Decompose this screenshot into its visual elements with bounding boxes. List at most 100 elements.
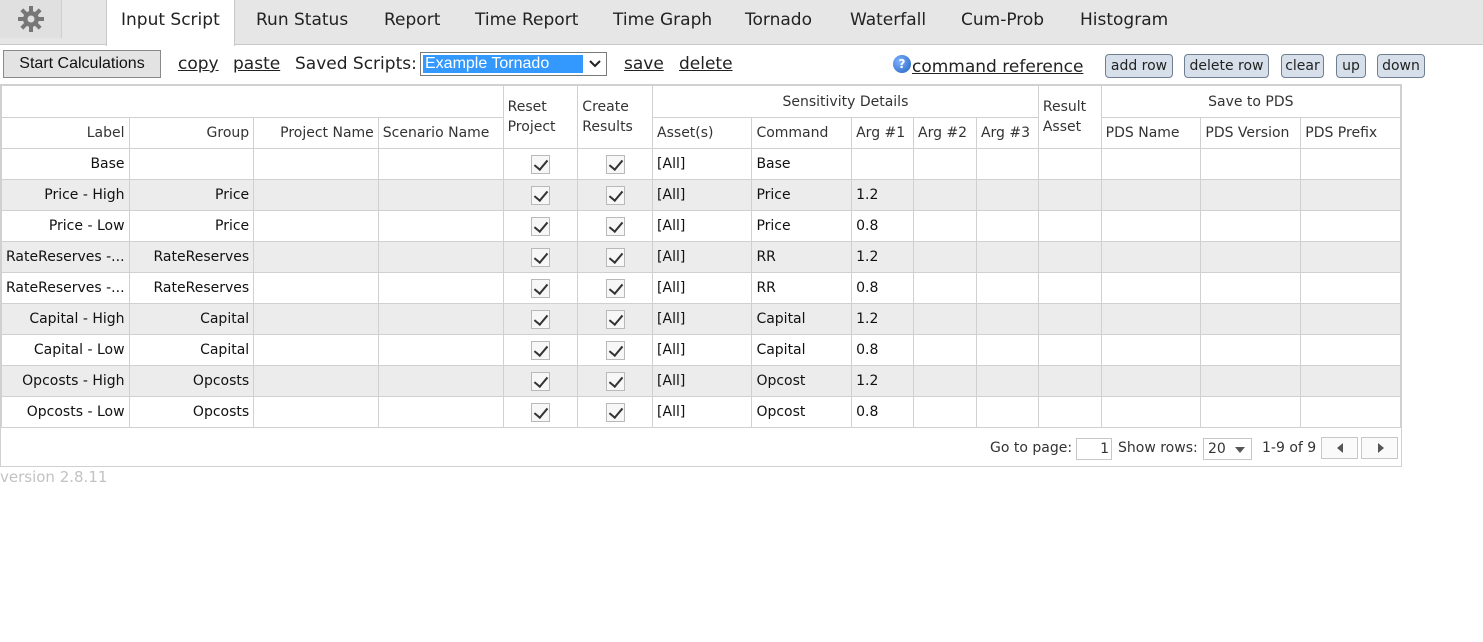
pds-name-cell[interactable] (1100, 210, 1202, 242)
command-cell[interactable]: Capital (751, 334, 853, 366)
arg1-column-header[interactable]: Arg #1 (851, 117, 915, 149)
checkmark-icon[interactable] (530, 216, 550, 236)
pds-version-cell[interactable] (1200, 334, 1302, 366)
arg2-cell[interactable] (913, 303, 977, 335)
up-button[interactable]: up (1336, 54, 1366, 78)
table-row[interactable]: Base [All] Base (1, 148, 1401, 180)
pds-name-cell[interactable] (1100, 396, 1202, 428)
project-name-cell[interactable] (253, 241, 379, 273)
assets-cell[interactable]: [All] (652, 148, 753, 180)
arg3-cell[interactable] (975, 334, 1039, 366)
reset-project-cell[interactable] (502, 179, 579, 211)
checkmark-icon[interactable] (605, 247, 625, 267)
pds-prefix-cell[interactable] (1300, 241, 1401, 273)
reset-project-cell[interactable] (502, 148, 579, 180)
checkmark-icon[interactable] (530, 247, 550, 267)
save-link[interactable]: save (624, 54, 664, 74)
project-name-cell[interactable] (253, 396, 379, 428)
reset-project-cell[interactable] (502, 303, 579, 335)
copy-link[interactable]: copy (178, 54, 219, 74)
table-row[interactable]: Price - High Price [All] Price 1.2 (1, 179, 1401, 211)
table-row[interactable]: Price - Low Price [All] Price 0.8 (1, 210, 1401, 242)
pds-name-cell[interactable] (1100, 303, 1202, 335)
command-cell[interactable]: Price (751, 210, 853, 242)
pds-prefix-cell[interactable] (1300, 396, 1401, 428)
arg1-cell[interactable]: 1.2 (851, 179, 915, 211)
scenario-name-cell[interactable] (377, 303, 504, 335)
reset-project-cell[interactable] (502, 210, 579, 242)
down-button[interactable]: down (1377, 54, 1425, 78)
pds-version-cell[interactable] (1200, 272, 1302, 304)
tab-tornado[interactable]: Tornado (731, 0, 826, 45)
tab-report[interactable]: Report (370, 0, 454, 45)
result-asset-cell[interactable] (1037, 334, 1102, 366)
scenario-name-cell[interactable] (377, 179, 504, 211)
checkmark-icon[interactable] (530, 278, 550, 298)
arg1-cell[interactable]: 0.8 (851, 210, 915, 242)
group-cell[interactable]: RateReserves (128, 272, 255, 304)
result-asset-cell[interactable] (1037, 210, 1102, 242)
arg2-column-header[interactable]: Arg #2 (913, 117, 977, 149)
pds-version-cell[interactable] (1200, 365, 1302, 397)
create-results-cell[interactable] (577, 396, 654, 428)
arg3-cell[interactable] (975, 303, 1039, 335)
checkmark-icon[interactable] (605, 340, 625, 360)
checkmark-icon[interactable] (530, 340, 550, 360)
create-results-cell[interactable] (577, 334, 654, 366)
reset-project-cell[interactable] (502, 272, 579, 304)
tab-histogram[interactable]: Histogram (1066, 0, 1182, 45)
create-results-cell[interactable] (577, 303, 654, 335)
label-cell[interactable]: RateReserves -... (1, 272, 130, 304)
project-name-column-header[interactable]: Project Name (253, 117, 379, 149)
delete-link[interactable]: delete (679, 54, 733, 74)
tab-waterfall[interactable]: Waterfall (836, 0, 940, 45)
pds-prefix-column-header[interactable]: PDS Prefix (1300, 117, 1401, 149)
tab-run-status[interactable]: Run Status (242, 0, 362, 45)
arg2-cell[interactable] (913, 241, 977, 273)
result-asset-cell[interactable] (1037, 179, 1102, 211)
project-name-cell[interactable] (253, 303, 379, 335)
pds-version-cell[interactable] (1200, 210, 1302, 242)
arg3-cell[interactable] (975, 241, 1039, 273)
scenario-name-cell[interactable] (377, 396, 504, 428)
arg2-cell[interactable] (913, 396, 977, 428)
group-cell[interactable] (128, 148, 255, 180)
checkmark-icon[interactable] (605, 185, 625, 205)
checkmark-icon[interactable] (530, 402, 550, 422)
arg1-cell[interactable] (851, 148, 915, 180)
create-results-cell[interactable] (577, 365, 654, 397)
tab-time-graph[interactable]: Time Graph (599, 0, 726, 45)
command-cell[interactable]: Opcost (751, 396, 853, 428)
group-cell[interactable]: RateReserves (128, 241, 255, 273)
arg1-cell[interactable]: 0.8 (851, 334, 915, 366)
delete-row-button[interactable]: delete row (1184, 54, 1269, 78)
create-results-cell[interactable] (577, 272, 654, 304)
table-row[interactable]: Capital - Low Capital [All] Capital 0.8 (1, 334, 1401, 366)
arg2-cell[interactable] (913, 365, 977, 397)
arg1-cell[interactable]: 0.8 (851, 272, 915, 304)
reset-project-cell[interactable] (502, 396, 579, 428)
group-cell[interactable]: Opcosts (128, 365, 255, 397)
pds-version-cell[interactable] (1200, 303, 1302, 335)
label-cell[interactable]: Price - High (1, 179, 130, 211)
arg2-cell[interactable] (913, 272, 977, 304)
label-cell[interactable]: RateReserves -... (1, 241, 130, 273)
checkmark-icon[interactable] (605, 402, 625, 422)
arg1-cell[interactable]: 1.2 (851, 241, 915, 273)
result-asset-cell[interactable] (1037, 365, 1102, 397)
checkmark-icon[interactable] (530, 309, 550, 329)
arg3-cell[interactable] (975, 148, 1039, 180)
checkmark-icon[interactable] (605, 371, 625, 391)
table-row[interactable]: Opcosts - High Opcosts [All] Opcost 1.2 (1, 365, 1401, 397)
assets-cell[interactable]: [All] (652, 365, 753, 397)
assets-cell[interactable]: [All] (652, 241, 753, 273)
assets-cell[interactable]: [All] (652, 334, 753, 366)
arg3-column-header[interactable]: Arg #3 (975, 117, 1039, 149)
checkmark-icon[interactable] (605, 278, 625, 298)
group-cell[interactable]: Capital (128, 334, 255, 366)
command-cell[interactable]: Opcost (751, 365, 853, 397)
scenario-name-cell[interactable] (377, 210, 504, 242)
create-results-cell[interactable] (577, 179, 654, 211)
scenario-name-cell[interactable] (377, 365, 504, 397)
arg1-cell[interactable]: 1.2 (851, 303, 915, 335)
